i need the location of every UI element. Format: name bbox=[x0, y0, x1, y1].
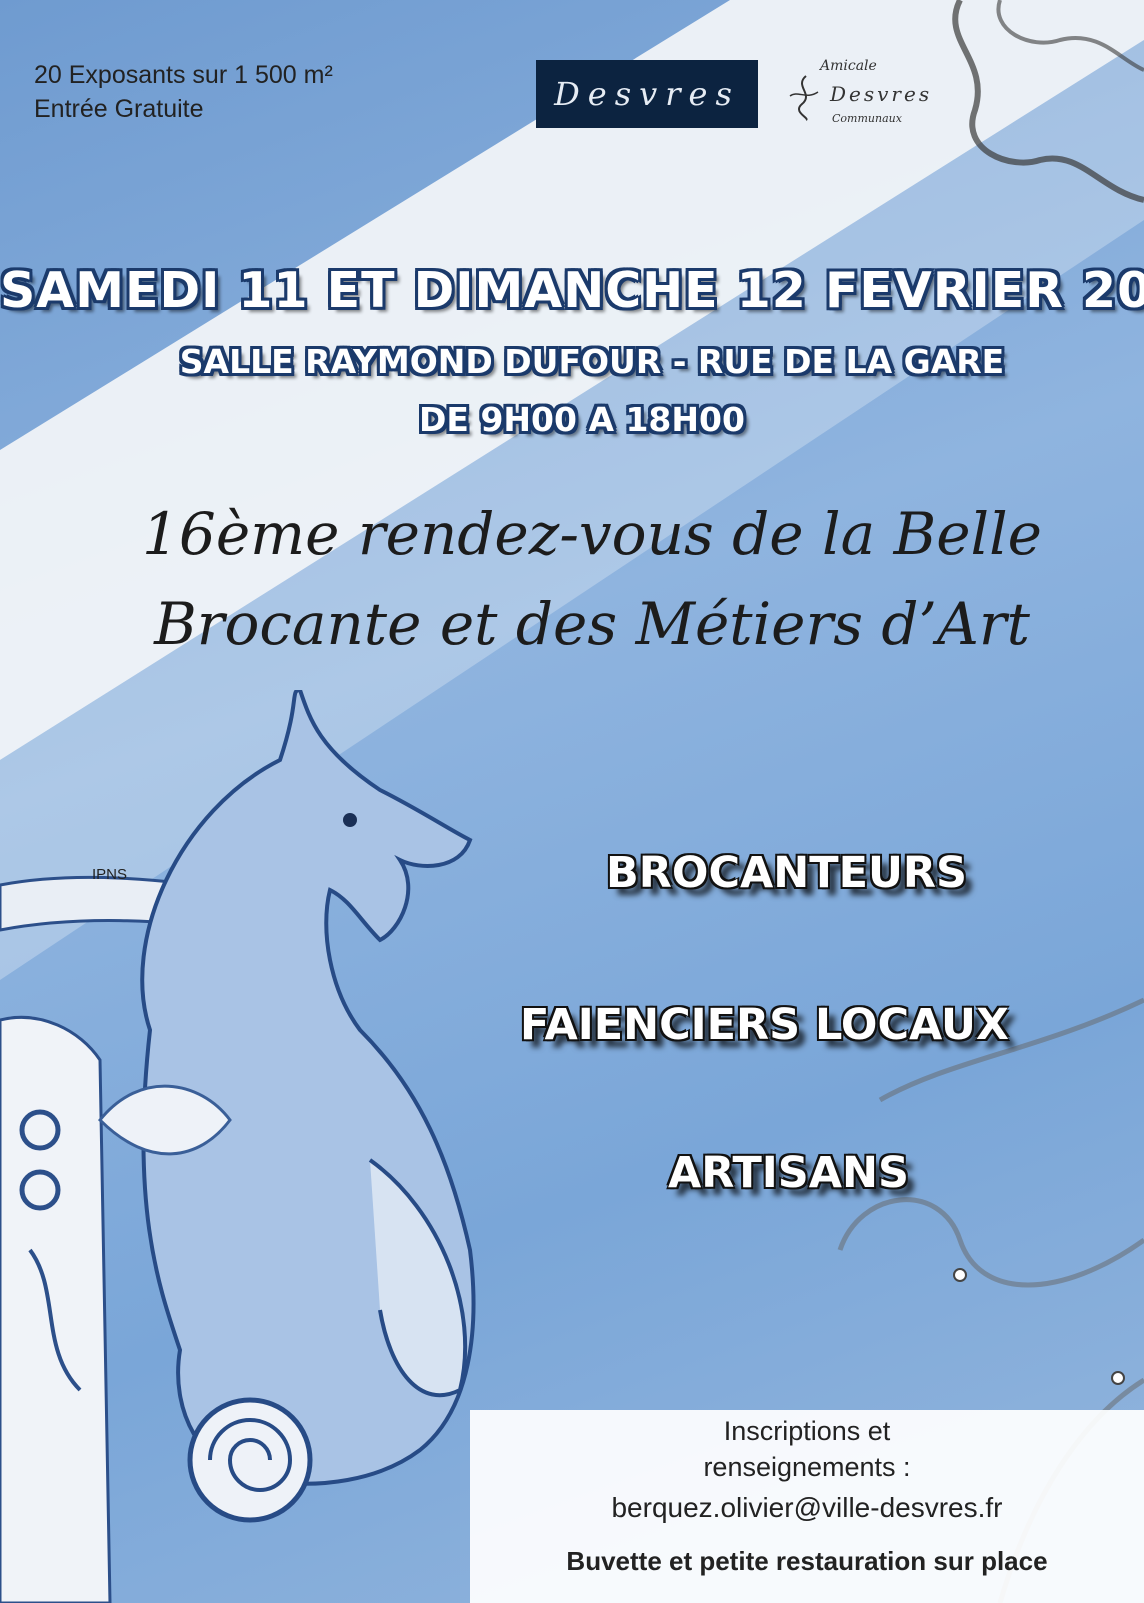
contact-panel: Inscriptions et renseignements : berquez… bbox=[470, 1410, 1144, 1603]
category-faienciers: FAIENCIERS LOCAUX bbox=[520, 1000, 1010, 1050]
exhibitors-text: 20 Exposants sur 1 500 m² bbox=[34, 61, 333, 89]
contact-email: berquez.olivier@ville-desvres.fr bbox=[611, 1492, 1003, 1523]
category-brocanteurs: BROCANTEURS bbox=[606, 848, 967, 898]
contact-line-2: renseignements : bbox=[703, 1452, 911, 1482]
amicale-line-3: Communaux bbox=[832, 112, 902, 125]
contact-line-1: Inscriptions et bbox=[723, 1416, 891, 1446]
amicale-line-1: Amicale bbox=[820, 58, 877, 74]
event-dates: SAMEDI 11 ET DIMANCHE 12 FEVRIER 2023 bbox=[0, 262, 1144, 319]
title-line-1: 16ème rendez-vous de la Belle bbox=[142, 500, 1042, 568]
catering-note: Buvette et petite restauration sur place bbox=[566, 1546, 1048, 1576]
top-info: 20 Exposants sur 1 500 m² Entrée Gratuit… bbox=[34, 58, 333, 126]
event-venue: SALLE RAYMOND DUFOUR - RUE DE LA GARE bbox=[179, 342, 1005, 381]
event-poster: 20 Exposants sur 1 500 m² Entrée Gratuit… bbox=[0, 0, 1144, 1603]
flourish-icon bbox=[789, 75, 819, 121]
amicale-logo: Amicale Desvres Communaux bbox=[780, 52, 955, 138]
desvres-logo-text: Desvres bbox=[554, 75, 740, 113]
title-line-2: Brocante et des Métiers d’Art bbox=[154, 590, 1030, 658]
faience-dragon-illustration bbox=[0, 690, 476, 1603]
ipns-mark: IPNS bbox=[92, 866, 128, 883]
category-artisans: ARTISANS bbox=[668, 1148, 909, 1198]
desvres-logo: Desvres bbox=[536, 60, 758, 128]
amicale-line-2: Desvres bbox=[830, 82, 933, 106]
free-entry-text: Entrée Gratuite bbox=[34, 95, 204, 123]
event-hours: DE 9H00 A 18H00 bbox=[419, 400, 745, 439]
